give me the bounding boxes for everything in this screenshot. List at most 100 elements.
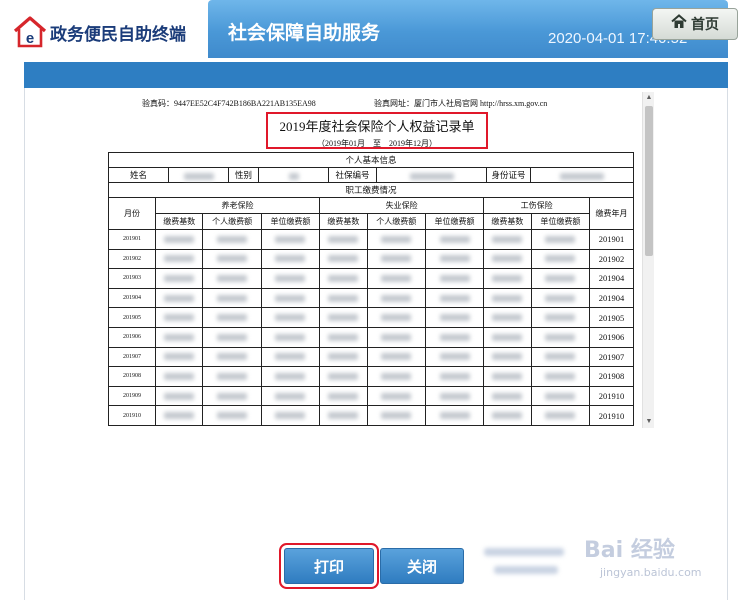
redacted-amount [424, 346, 485, 368]
ssn-label: 社保编号 [328, 167, 377, 183]
watermark-blur [484, 548, 564, 556]
redacted-amount [260, 385, 321, 407]
gender-value [258, 167, 329, 183]
redacted-amount [424, 248, 485, 270]
redacted-amount [319, 287, 368, 309]
redacted-amount [530, 268, 591, 289]
redacted-amount [530, 307, 591, 328]
redacted-amount [483, 268, 532, 289]
redacted-amount [260, 268, 321, 289]
house-logo-icon: e [12, 15, 48, 49]
basic-info-table: 个人基本信息 姓名 性别 社保编号 身份证号 职工缴费情况 [108, 152, 634, 198]
redacted-amount [260, 346, 321, 368]
row-month: 201904 [108, 287, 156, 309]
verification-site: 验真网址：厦门市人社局官网 http://hrss.xm.gov.cn [374, 99, 548, 108]
id-label: 身份证号 [486, 167, 531, 183]
header: e 政务便民自助终端 社会保障自助服务 2020-04-01 17:40:52 … [0, 0, 750, 62]
table-row: 201901 201901 [108, 229, 634, 250]
redacted-amount [530, 405, 591, 426]
redacted-amount [483, 326, 532, 348]
redacted-amount [319, 248, 368, 270]
column-header: 单位缴费额 [530, 213, 591, 230]
redacted-amount [366, 287, 426, 309]
scroll-thumb[interactable] [645, 106, 653, 256]
redacted-amount [260, 405, 321, 426]
row-month: 201905 [108, 307, 156, 328]
table-row: 201910 201910 [108, 405, 634, 426]
row-pay-month: 201907 [589, 346, 634, 368]
redacted-amount [530, 385, 591, 407]
redacted-amount [424, 385, 485, 407]
watermark-name: Bai 经验 [584, 538, 675, 563]
record-document-viewer[interactable]: 验真码：9447EE52C4F742B186BA221AB135EA98 验真网… [96, 92, 642, 428]
table-row: 201903 201904 [108, 268, 634, 289]
redacted-amount [319, 366, 368, 387]
redacted-amount [260, 287, 321, 309]
row-pay-month: 201906 [589, 326, 634, 348]
logo-text: 政务便民自助终端 [50, 24, 186, 45]
redacted-amount [483, 229, 532, 250]
pay-month-header: 缴费年月 [589, 197, 634, 230]
id-value [530, 167, 634, 183]
redacted-amount [366, 366, 426, 387]
verification-code: 验真码：9447EE52C4F742B186BA221AB135EA98 [142, 99, 316, 108]
scroll-up-icon[interactable]: ▲ [643, 92, 655, 104]
redacted-amount [260, 248, 321, 270]
redacted-amount [483, 405, 532, 426]
redacted-amount [366, 307, 426, 328]
redacted-amount [202, 287, 262, 309]
row-month: 201910 [108, 405, 156, 426]
row-month: 201901 [108, 229, 156, 250]
row-pay-month: 201904 [589, 268, 634, 289]
redacted-amount [530, 287, 591, 309]
document-period: （2019年01月 至 2019年12月） [317, 139, 437, 148]
column-header: 缴费基数 [319, 213, 368, 230]
redacted-amount [366, 268, 426, 289]
redacted-amount [154, 405, 204, 426]
ssn-value [376, 167, 487, 183]
redacted-amount [366, 405, 426, 426]
table-row: 201907 201907 [108, 346, 634, 368]
injury-group-header: 工伤保险 [483, 197, 590, 214]
name-value [168, 167, 229, 183]
redacted-amount [319, 326, 368, 348]
redacted-amount [154, 366, 204, 387]
column-header: 个人缴费额 [202, 213, 262, 230]
redacted-amount [202, 229, 262, 250]
document-scrollbar[interactable]: ▲ ▼ [642, 92, 654, 428]
redacted-amount [202, 346, 262, 368]
home-icon [671, 14, 687, 34]
redacted-amount [366, 326, 426, 348]
row-pay-month: 201908 [589, 366, 634, 387]
row-pay-month: 201910 [589, 405, 634, 426]
row-month: 201902 [108, 248, 156, 270]
month-header: 月份 [108, 197, 156, 230]
redacted-amount [260, 229, 321, 250]
redacted-amount [483, 366, 532, 387]
redacted-amount [260, 307, 321, 328]
record-tables: 个人基本信息 姓名 性别 社保编号 身份证号 职工缴费情况 月份 养老保险 失业… [108, 152, 634, 426]
document-title-highlight: 2019年度社会保险个人权益记录单 （2019年01月 至 2019年12月） [266, 112, 488, 149]
redacted-amount [366, 385, 426, 407]
table-row: 201902 201902 [108, 248, 634, 270]
row-month: 201903 [108, 268, 156, 289]
redacted-amount [530, 366, 591, 387]
redacted-amount [319, 268, 368, 289]
row-month: 201908 [108, 366, 156, 387]
home-button[interactable]: 首页 [652, 8, 738, 40]
row-pay-month: 201901 [589, 229, 634, 250]
table-row: 201904 201904 [108, 287, 634, 309]
close-button[interactable]: 关闭 [380, 548, 464, 584]
watermark-blur [494, 566, 558, 574]
row-pay-month: 201905 [589, 307, 634, 328]
redacted-amount [424, 366, 485, 387]
scroll-down-icon[interactable]: ▼ [643, 416, 655, 428]
redacted-amount [154, 268, 204, 289]
redacted-amount [154, 326, 204, 348]
redacted-amount [366, 229, 426, 250]
payment-table: 月份 养老保险 失业保险 工伤保险 缴费年月 缴费基数 个人缴费额 单位缴费额 … [108, 197, 634, 426]
row-month: 201906 [108, 326, 156, 348]
redacted-amount [424, 287, 485, 309]
print-button[interactable]: 打印 [284, 548, 374, 584]
redacted-amount [202, 405, 262, 426]
